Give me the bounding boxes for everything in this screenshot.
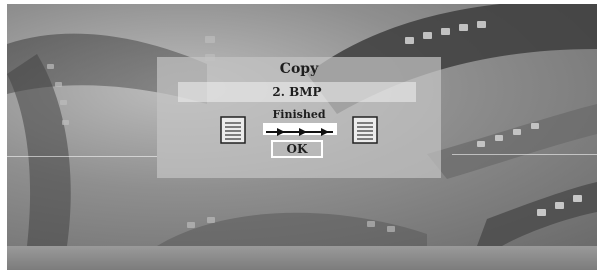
bottom-band (7, 246, 597, 270)
divider-line-left (7, 156, 157, 157)
source-document-icon (220, 116, 246, 144)
progress-bar (263, 123, 337, 136)
copy-dialog: Copy 2. BMP Finished OK (157, 57, 441, 178)
status-label: Finished (272, 108, 326, 121)
ok-button[interactable]: OK (271, 140, 323, 158)
dialog-title: Copy (279, 61, 319, 77)
arrow-right-icon (266, 128, 333, 136)
target-document-icon (352, 116, 378, 144)
divider-line-right (452, 154, 597, 155)
filename-label: 2. BMP (178, 82, 416, 102)
